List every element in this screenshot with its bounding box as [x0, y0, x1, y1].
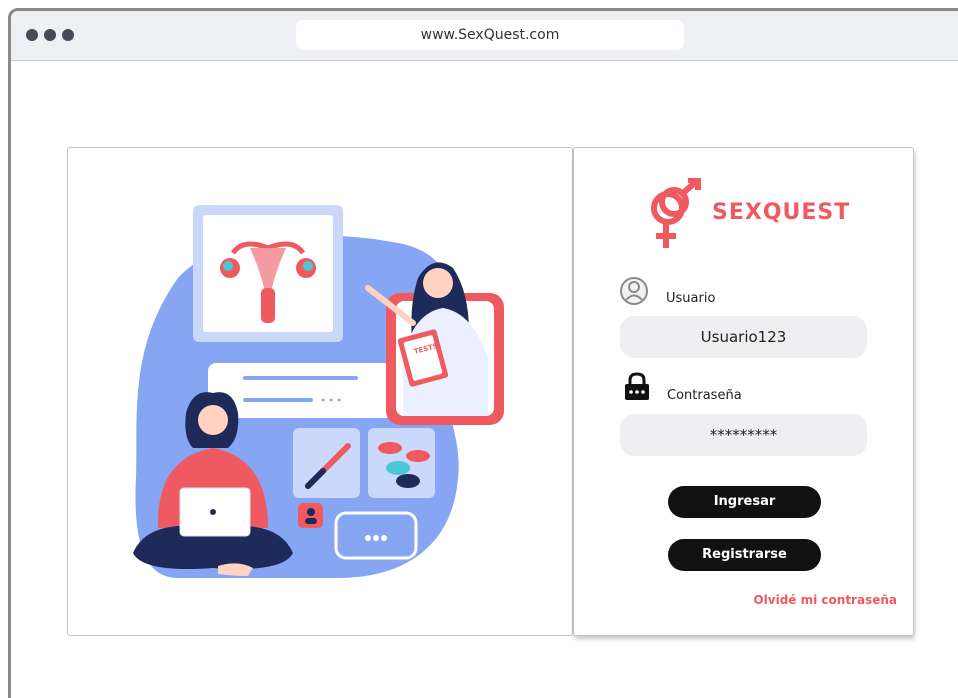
address-bar[interactable]: www.SexQuest.com	[296, 20, 684, 50]
window-dot-1[interactable]	[26, 29, 38, 41]
user-circle-icon	[620, 277, 648, 305]
telehealth-illustration: TESTS	[133, 205, 504, 578]
password-label: Contraseña	[667, 388, 742, 403]
browser-titlebar: www.SexQuest.com	[11, 11, 958, 61]
login-panel: SEXQUEST Usuario Usuario123 Contraseña *…	[573, 147, 914, 636]
brand-name: SEXQUEST	[712, 200, 851, 225]
register-button[interactable]: Registrarse	[668, 539, 821, 571]
login-button[interactable]: Ingresar	[668, 486, 821, 518]
forgot-password-link[interactable]: Olvidé mi contraseña	[753, 593, 897, 607]
username-input[interactable]: Usuario123	[620, 316, 867, 358]
password-input[interactable]: *********	[620, 414, 867, 456]
window-dot-3[interactable]	[62, 29, 74, 41]
illustration-panel: TESTS	[67, 147, 573, 636]
username-label: Usuario	[666, 291, 716, 306]
lock-icon	[625, 372, 649, 400]
gender-symbol-logo-icon	[651, 178, 701, 248]
window-dot-2[interactable]	[44, 29, 56, 41]
